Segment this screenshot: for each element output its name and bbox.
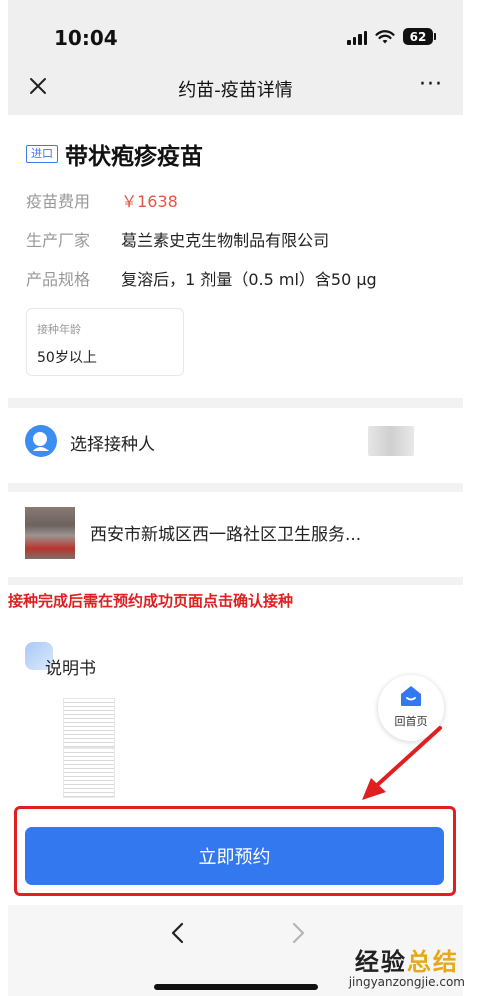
person-icon (25, 425, 57, 457)
confirm-annotation: 接种完成后需在预约成功页面点击确认接种 (8, 592, 294, 610)
maker-value: 葛兰素史克生物制品有限公司 (121, 231, 330, 250)
spec-label: 产品规格 (26, 270, 91, 289)
spec-row: 产品规格 复溶后，1 剂量（0.5 ml）含50 μg (26, 266, 377, 290)
wifi-icon (375, 29, 395, 43)
age-box: 接种年龄 50岁以上 (26, 308, 184, 376)
age-label: 接种年龄 (37, 323, 81, 336)
vaccine-name: 带状疱疹疫苗 (65, 144, 203, 170)
watermark-logo: 经验总结 (349, 942, 465, 977)
battery-icon: 62 (403, 28, 436, 45)
home-indicator[interactable] (154, 984, 318, 990)
clinic-row[interactable]: 西安市新城区西一路社区卫生服务... (8, 492, 463, 577)
fee-label: 疫苗费用 (26, 192, 91, 211)
book-now-button[interactable]: 立即预约 (25, 827, 444, 885)
clinic-name: 西安市新城区西一路社区卫生服务... (90, 525, 362, 545)
watermark-main-left: 经验 (354, 948, 407, 976)
more-options-icon[interactable]: ··· (419, 72, 443, 97)
signal-icon (347, 29, 367, 45)
manual-page-thumbnail[interactable] (63, 748, 115, 798)
vaccine-info-card: 进口 带状疱疹疫苗 疫苗费用 ￥1638 生产厂家 葛兰素史克生物制品有限公司 … (8, 115, 463, 400)
pointer-arrow-icon (362, 726, 442, 800)
section-divider (8, 577, 463, 585)
age-value: 50岁以上 (37, 350, 97, 366)
home-icon (401, 686, 421, 706)
watermark-url: jingyanzongjie.com (348, 975, 465, 989)
section-divider (8, 398, 463, 408)
status-icons: 62 (347, 28, 436, 45)
manual-title: 说明书 (45, 659, 96, 679)
spec-value: 复溶后，1 剂量（0.5 ml）含50 μg (121, 270, 377, 289)
maker-label: 生产厂家 (26, 231, 91, 250)
select-recipient-row[interactable]: 选择接种人 (8, 408, 463, 483)
watermark-main-right: 总结 (406, 948, 459, 976)
status-bar: 10:04 62 (8, 0, 463, 60)
maker-row: 生产厂家 葛兰素史克生物制品有限公司 (26, 227, 329, 251)
recipient-value-blurred (368, 426, 414, 456)
forward-arrow-icon[interactable] (288, 921, 308, 945)
back-arrow-icon[interactable] (168, 921, 188, 945)
section-divider (8, 483, 463, 492)
fee-value: ￥1638 (121, 192, 178, 211)
fee-row: 疫苗费用 ￥1638 (26, 188, 178, 212)
page-title: 约苗-疫苗详情 (178, 80, 293, 101)
manual-page-thumbnail[interactable] (63, 698, 115, 748)
status-time: 10:04 (54, 26, 118, 50)
import-tag: 进口 (26, 145, 58, 163)
watermark: 经验总结 jingyanzongjie.com (349, 942, 465, 989)
clinic-photo (25, 507, 75, 559)
select-recipient-label: 选择接种人 (70, 435, 155, 455)
nav-bar: 约苗-疫苗详情 ··· (8, 60, 463, 115)
